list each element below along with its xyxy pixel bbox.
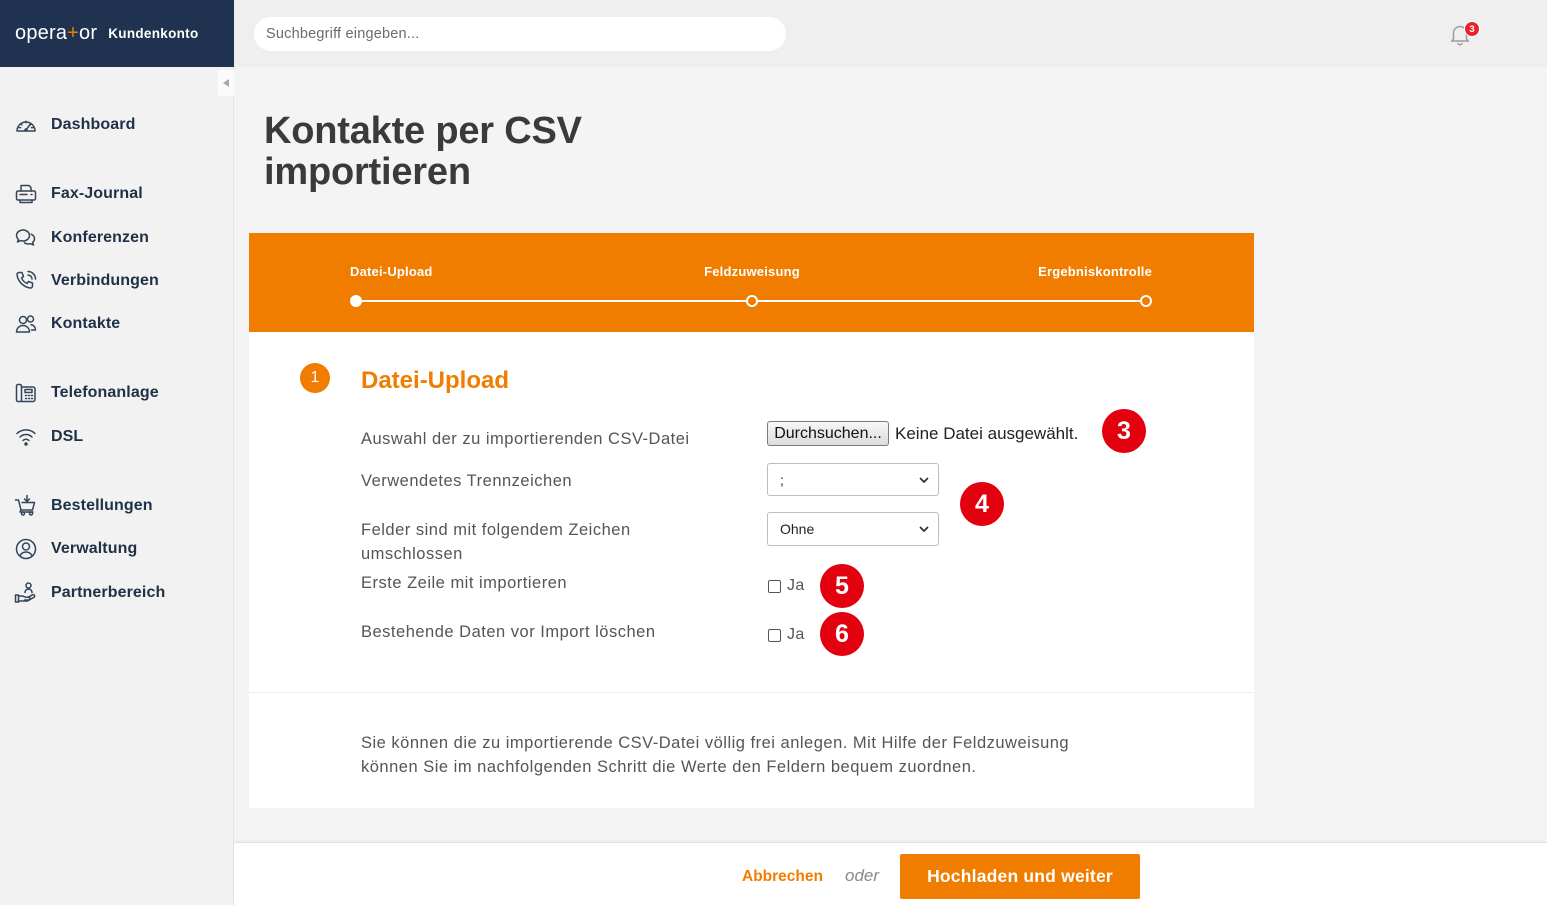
annotation-marker-5: 5 (820, 564, 864, 608)
sidebar-item-verbindungen[interactable]: Verbindungen (0, 263, 233, 299)
sidebar-item-verwaltung[interactable]: Verwaltung (0, 531, 233, 567)
info-text: Sie können die zu importierende CSV-Date… (361, 734, 1070, 776)
operator-logo: opera+or (15, 22, 98, 44)
notification-badge: 3 (1464, 21, 1480, 37)
first-row-checkbox[interactable] (768, 579, 781, 593)
upload-form-card: 1 Datei-Upload Auswahl der zu importiere… (249, 332, 1254, 808)
wizard-step-dot-result-check (1140, 295, 1152, 307)
account-label: Kundenkonto (108, 26, 199, 41)
sidebar-item-label: Verwaltung (51, 540, 138, 557)
clear-existing-option[interactable]: Ja (767, 623, 805, 647)
page-title: Kontakte per CSV importieren (264, 110, 582, 193)
wizard-step-label-upload: Datei-Upload (350, 264, 433, 279)
sidebar-item-label: Konferenzen (51, 229, 149, 246)
separator-selected-value: ; (780, 471, 784, 488)
top-bar: 3 (234, 0, 1547, 67)
sidebar-item-fax-journal[interactable]: Fax-Journal (0, 176, 233, 212)
caret-left-icon (222, 78, 230, 88)
sidebar-item-bestellungen[interactable]: Bestellungen (0, 488, 233, 524)
wizard-step-dot-field-mapping (746, 295, 758, 307)
partner-hand-icon (14, 581, 38, 605)
csv-file-label: Auswahl der zu importierenden CSV-Datei (361, 430, 690, 448)
chevron-down-icon (918, 474, 930, 486)
wizard-step-label-field-mapping: Feldzuweisung (704, 264, 800, 279)
sidebar-item-label: Verbindungen (51, 272, 159, 289)
fax-icon (14, 182, 38, 206)
sidebar-collapse-toggle[interactable] (218, 70, 234, 96)
clear-existing-checkbox[interactable] (768, 628, 781, 642)
or-separator: oder (845, 866, 880, 885)
first-row-option-label: Ja (787, 577, 805, 594)
first-row-label: Erste Zeile mit importieren (361, 574, 568, 592)
clear-existing-label: Bestehende Daten vor Import löschen (361, 623, 656, 641)
chevron-down-icon (918, 523, 930, 535)
annotation-marker-3: 3 (1102, 409, 1146, 453)
sidebar: opera+or Kundenkonto Dashboard Fax-Journ… (0, 0, 234, 905)
sidebar-item-label: Dashboard (51, 116, 136, 133)
separator-label: Verwendetes Trennzeichen (361, 472, 573, 490)
sidebar-item-telefonanlage[interactable]: Telefonanlage (0, 375, 233, 411)
sidebar-item-label: Fax-Journal (51, 185, 143, 202)
speedometer-icon (14, 113, 38, 137)
wizard-step-dot-upload (350, 295, 362, 307)
contacts-icon (14, 312, 38, 336)
first-row-option[interactable]: Ja (767, 574, 805, 598)
shopping-cart-icon (14, 494, 38, 518)
clear-existing-option-label: Ja (787, 626, 805, 643)
sidebar-item-label: Telefonanlage (51, 384, 159, 401)
enclosure-selected-value: Ohne (780, 521, 815, 537)
sidebar-item-dashboard[interactable]: Dashboard (0, 107, 233, 143)
sidebar-item-label: Partnerbereich (51, 584, 166, 601)
desk-phone-icon (14, 381, 38, 405)
separator-select[interactable]: ; (767, 463, 939, 496)
import-wizard-progress: Datei-Upload Feldzuweisung Ergebniskontr… (249, 233, 1254, 332)
sidebar-item-kontakte[interactable]: Kontakte (0, 306, 233, 342)
sidebar-item-label: Bestellungen (51, 497, 153, 514)
action-bar: Abbrechen oder Hochladen und weiter (234, 842, 1547, 905)
file-status-text: Keine Datei ausgewählt. (895, 424, 1079, 443)
wifi-icon (14, 425, 38, 449)
sidebar-item-partnerbereich[interactable]: Partnerbereich (0, 575, 233, 611)
annotation-marker-6: 6 (820, 612, 864, 656)
cancel-link[interactable]: Abbrechen (742, 867, 823, 887)
phone-call-icon (14, 269, 38, 293)
upload-and-continue-button[interactable]: Hochladen und weiter (900, 854, 1140, 899)
section-step-number: 1 (300, 363, 330, 393)
brand-header[interactable]: opera+or Kundenkonto (0, 0, 234, 67)
browse-file-button[interactable]: Durchsuchen... (767, 421, 889, 446)
section-divider (249, 692, 1254, 693)
sidebar-item-konferenzen[interactable]: Konferenzen (0, 220, 233, 256)
enclosure-select[interactable]: Ohne (767, 512, 939, 546)
sidebar-item-label: DSL (51, 428, 84, 445)
section-title: Datei-Upload (361, 367, 510, 394)
sidebar-item-label: Kontakte (51, 315, 121, 332)
chat-bubbles-icon (14, 226, 38, 250)
user-circle-icon (14, 537, 38, 561)
search-input[interactable] (254, 17, 786, 51)
sidebar-item-dsl[interactable]: DSL (0, 419, 233, 455)
enclosure-label: Felder sind mit folgendem Zeichen umschl… (361, 521, 631, 563)
wizard-step-label-result-check: Ergebniskontrolle (1038, 264, 1152, 279)
annotation-marker-4: 4 (960, 482, 1004, 526)
